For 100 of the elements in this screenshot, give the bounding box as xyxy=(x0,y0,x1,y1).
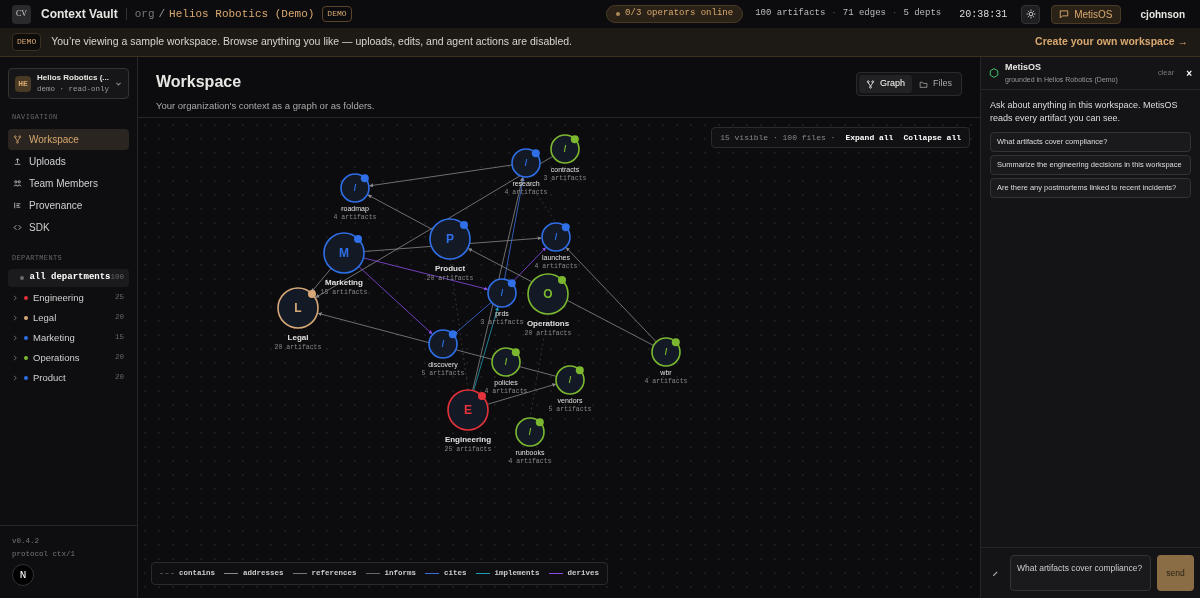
user-name[interactable]: cjohnson xyxy=(1140,6,1185,22)
node-glyph: / xyxy=(504,357,508,367)
graph-node[interactable] xyxy=(323,232,365,274)
graph-node[interactable] xyxy=(515,417,545,447)
node-glyph: / xyxy=(500,288,504,298)
node-label: Product xyxy=(434,264,466,273)
node-glyph: L xyxy=(294,301,302,315)
graph-node[interactable] xyxy=(550,134,580,164)
graph-node[interactable] xyxy=(541,222,571,252)
breadcrumb-org[interactable]: org xyxy=(134,5,155,23)
demo-badge: DEMO xyxy=(322,6,352,22)
graph-summary: 15 visible · 100 files · xyxy=(720,131,836,144)
operators-status: 0/3 operators online xyxy=(606,5,744,23)
expand-badge[interactable] xyxy=(558,276,566,284)
collapse-all-button[interactable]: Collapse all xyxy=(903,131,961,144)
expand-badge[interactable] xyxy=(570,135,579,144)
separator-dot: · xyxy=(891,7,898,21)
graph-node[interactable] xyxy=(491,347,521,377)
assistant-button[interactable]: MetisOS xyxy=(1051,4,1121,24)
page-subtitle: Your organization's context as a graph or as folders. xyxy=(156,99,375,113)
graph-node[interactable] xyxy=(429,218,471,260)
message-input[interactable]: What artifacts cover compliance? xyxy=(1010,555,1151,591)
graph-node[interactable] xyxy=(447,389,489,431)
graph-node[interactable] xyxy=(511,148,541,178)
chevron-right-icon xyxy=(13,315,18,321)
department-name: Product xyxy=(33,370,67,385)
chevron-right-icon xyxy=(13,295,18,301)
node-glyph: / xyxy=(353,183,357,193)
expand-badge[interactable] xyxy=(561,223,570,232)
clock: 20:38:31 xyxy=(959,7,1008,22)
node-glyph: / xyxy=(563,144,567,154)
node-glyph: / xyxy=(528,427,532,437)
node-label: Operations xyxy=(526,319,570,328)
nav-item[interactable]: Uploads xyxy=(8,150,129,172)
node-glyph: M xyxy=(339,246,349,260)
page-title: Workspace xyxy=(156,72,243,92)
stat-text: 5 depts xyxy=(903,7,942,21)
breadcrumb-separator: / xyxy=(158,6,166,22)
expand-badge[interactable] xyxy=(478,392,486,400)
close-button[interactable]: × xyxy=(1186,65,1192,81)
expand-badge[interactable] xyxy=(354,235,362,243)
graph-node[interactable] xyxy=(340,173,370,203)
nav-icon xyxy=(13,134,22,144)
node-glyph: / xyxy=(524,158,528,168)
nav-icon xyxy=(13,222,22,232)
department-name: Engineering xyxy=(33,290,85,305)
node-label: Legal xyxy=(287,333,309,342)
tab-icon xyxy=(919,79,928,89)
department-name: Operations xyxy=(33,350,81,365)
theme-toggle[interactable] xyxy=(1021,4,1041,24)
expand-badge[interactable] xyxy=(671,338,680,347)
view-tab[interactable]: Files xyxy=(912,75,959,93)
expand-badge[interactable] xyxy=(511,348,520,357)
department-name: Legal xyxy=(33,310,58,325)
nav-item[interactable]: SDK xyxy=(8,216,129,238)
node-label: Engineering xyxy=(444,435,492,444)
tab-icon xyxy=(865,79,875,89)
logo: CV xyxy=(12,4,31,24)
assistant-name: MetisOS xyxy=(1005,61,1042,74)
node-glyph: E xyxy=(464,403,472,417)
expand-badge[interactable] xyxy=(308,290,316,298)
node-glyph: / xyxy=(664,347,668,357)
expand-badge[interactable] xyxy=(360,174,369,183)
nav-icon xyxy=(13,200,22,210)
hexagon-icon xyxy=(989,68,999,78)
node-glyph: / xyxy=(554,232,558,242)
stat-text: 71 edges xyxy=(842,7,886,21)
expand-badge[interactable] xyxy=(507,279,516,288)
expand-badge[interactable] xyxy=(460,221,468,229)
node-glyph: P xyxy=(446,232,454,246)
nav-item[interactable]: Provenance xyxy=(8,194,129,216)
expand-all-button[interactable]: Expand all xyxy=(845,131,894,144)
graph-node[interactable] xyxy=(527,273,569,315)
nav-item[interactable]: Team Members xyxy=(8,172,129,194)
graph-node[interactable] xyxy=(555,365,585,395)
graph-node[interactable] xyxy=(651,337,681,367)
workspace-name[interactable]: Helios Robotics (Demo) xyxy=(169,5,315,23)
nav-icon xyxy=(13,156,22,166)
org-initials: HE xyxy=(15,75,31,92)
view-tab[interactable]: Graph xyxy=(858,75,912,93)
avatar[interactable]: N xyxy=(12,564,34,586)
nav-item[interactable]: Workspace xyxy=(8,128,129,150)
node-glyph: / xyxy=(441,339,445,349)
expand-badge[interactable] xyxy=(448,330,457,339)
org-name: Helios Robotics (... xyxy=(37,71,109,84)
department-name: Marketing xyxy=(33,330,76,345)
demo-badge: DEMO xyxy=(12,33,42,51)
expand-badge[interactable] xyxy=(531,149,540,158)
graph-node[interactable] xyxy=(487,278,517,308)
expand-badge[interactable] xyxy=(535,418,544,427)
node-glyph: / xyxy=(568,375,572,385)
banner-message: You’re viewing a sample workspace. Browse anything you like — uploads, edits, and agent actions are disabled. xyxy=(51,34,573,50)
sun-icon xyxy=(1025,9,1036,19)
expand-badge[interactable] xyxy=(575,366,584,375)
create-workspace-link[interactable]: Create your own workspace → xyxy=(1035,34,1188,50)
chevron-down-icon xyxy=(115,80,122,87)
separator-dot: · xyxy=(831,7,837,21)
graph-node[interactable] xyxy=(277,287,319,329)
chevron-right-icon xyxy=(13,335,18,341)
graph-node[interactable] xyxy=(428,329,458,359)
